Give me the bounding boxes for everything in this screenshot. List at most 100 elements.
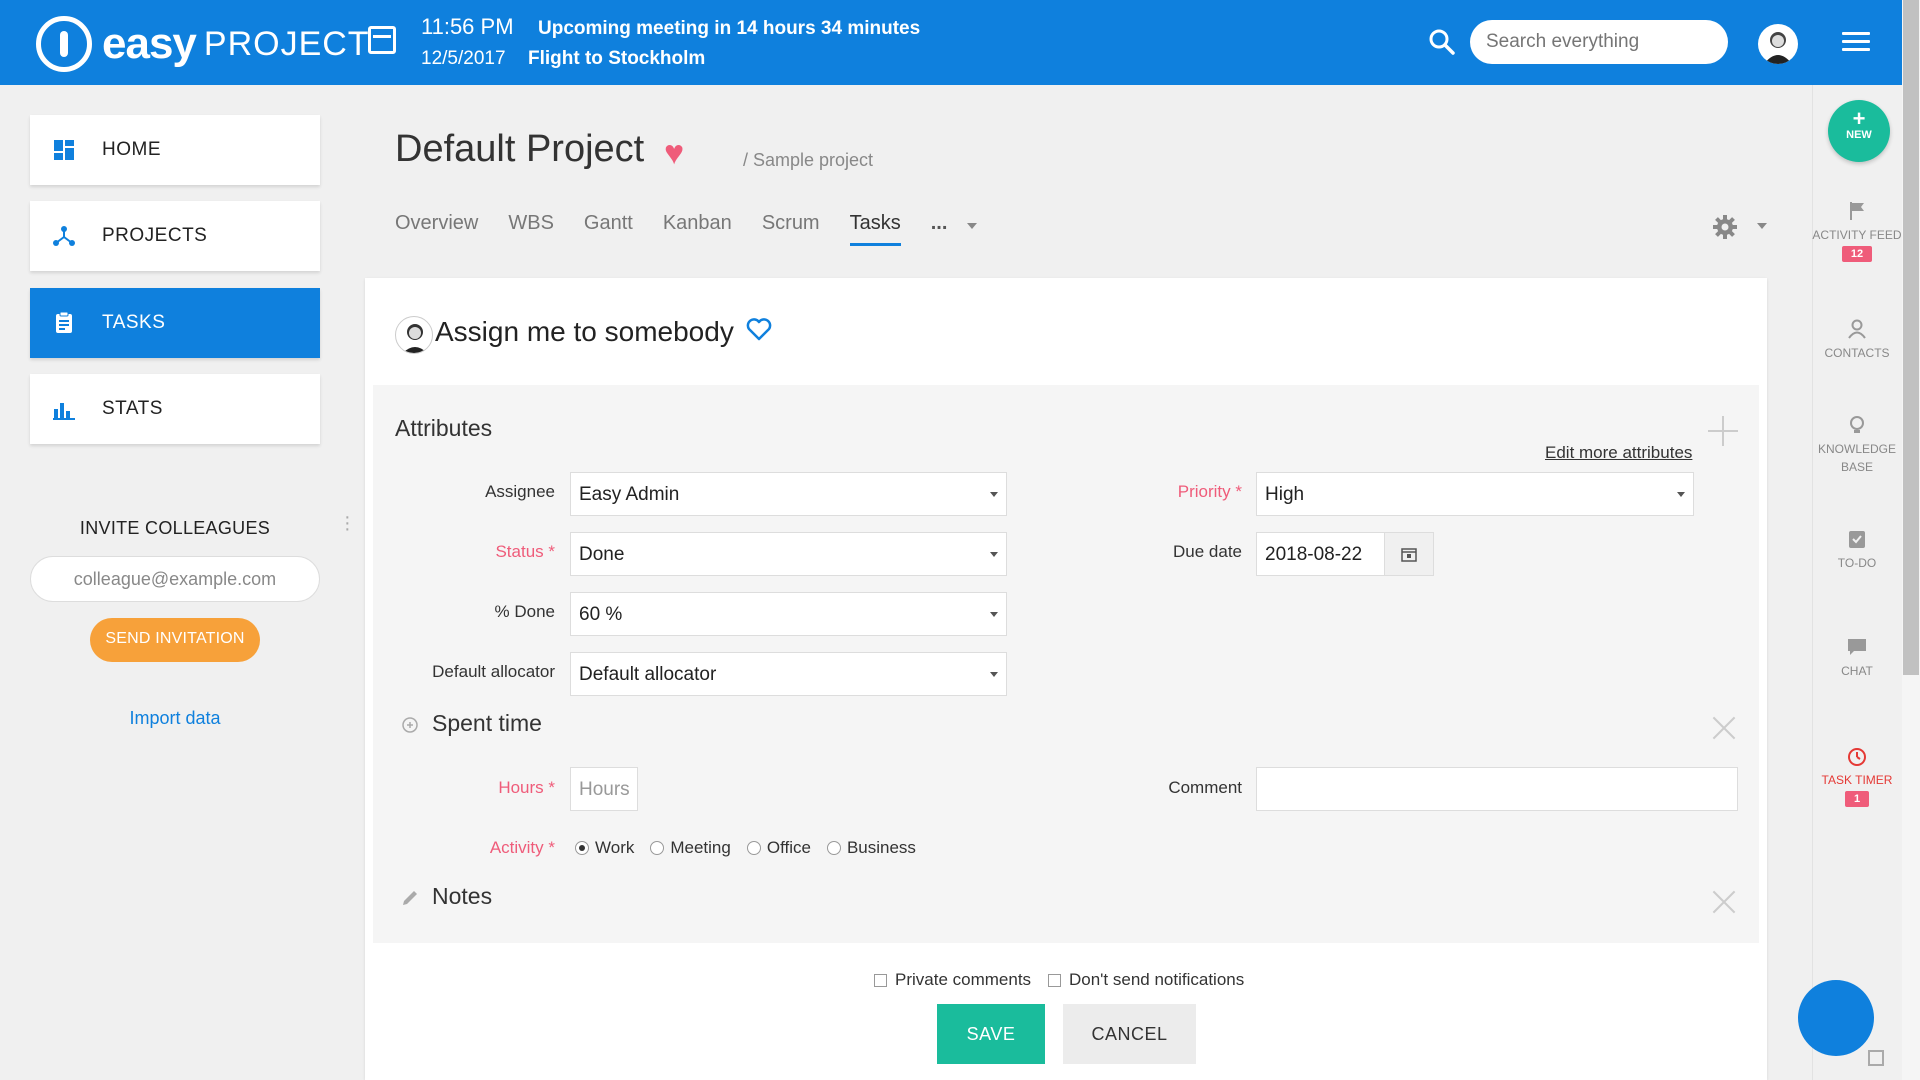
timer-count-badge: 1 bbox=[1844, 791, 1870, 807]
calendar-icon[interactable] bbox=[368, 26, 396, 54]
rail-todo[interactable]: TO-DO bbox=[1812, 528, 1902, 572]
radio-label-office: Office bbox=[766, 838, 811, 857]
tab-kanban[interactable]: Kanban bbox=[663, 212, 732, 246]
rail-knowledge-base[interactable]: KNOWLEDGE BASE bbox=[1812, 414, 1902, 476]
search-icon[interactable] bbox=[1428, 28, 1456, 56]
spent-time-title: Spent time bbox=[432, 710, 542, 736]
dont-notify-label: Don't send notifications bbox=[1069, 970, 1245, 989]
status-value: Done bbox=[579, 544, 625, 565]
rail-activity-feed-label: ACTIVITY FEED bbox=[1812, 228, 1902, 242]
heart-outline-icon[interactable] bbox=[746, 316, 772, 342]
percent-done-select[interactable]: 60 % bbox=[570, 592, 1007, 636]
tab-more[interactable]: ... bbox=[931, 212, 948, 246]
projects-icon bbox=[53, 226, 75, 246]
chevron-down-icon[interactable] bbox=[967, 223, 978, 229]
assignee-value: Easy Admin bbox=[579, 484, 680, 505]
priority-value: High bbox=[1265, 484, 1305, 505]
breadcrumb[interactable]: / Sample project bbox=[743, 150, 873, 171]
sidebar-item-label: HOME bbox=[102, 139, 161, 160]
rail-chat-label: CHAT bbox=[1841, 664, 1873, 678]
date-picker-button[interactable] bbox=[1384, 532, 1434, 576]
new-button[interactable]: + NEW bbox=[1828, 100, 1890, 162]
due-date-label: Due date bbox=[1173, 542, 1242, 561]
percent-done-label: % Done bbox=[494, 602, 555, 621]
rail-chat[interactable]: CHAT bbox=[1812, 636, 1902, 680]
activity-label: Activity * bbox=[489, 838, 555, 857]
rail-task-timer[interactable]: TASK TIMER 1 bbox=[1812, 745, 1902, 807]
percent-done-value: 60 % bbox=[579, 604, 623, 625]
close-icon[interactable] bbox=[1712, 716, 1736, 740]
sidebar-item-label: PROJECTS bbox=[102, 225, 208, 246]
sidebar-item-projects[interactable]: PROJECTS bbox=[30, 201, 320, 271]
assignee-label: Assignee bbox=[485, 482, 555, 501]
search-input[interactable] bbox=[1470, 20, 1728, 64]
user-avatar[interactable] bbox=[1758, 24, 1798, 64]
add-time-icon[interactable] bbox=[400, 714, 420, 734]
dont-notify-option[interactable]: Don't send notifications bbox=[1048, 970, 1244, 990]
scrollbar-thumb[interactable] bbox=[1903, 0, 1919, 675]
chevron-down-icon bbox=[990, 492, 998, 497]
assignee-select[interactable]: Easy Admin bbox=[570, 472, 1007, 516]
priority-select[interactable]: High bbox=[1256, 472, 1694, 516]
radio-meeting[interactable] bbox=[650, 841, 665, 855]
meeting-subtitle[interactable]: Flight to Stockholm bbox=[528, 48, 705, 70]
tab-wbs[interactable]: WBS bbox=[508, 212, 554, 246]
tab-tasks[interactable]: Tasks bbox=[849, 212, 901, 246]
tab-scrum[interactable]: Scrum bbox=[762, 212, 820, 246]
private-comments-option[interactable]: Private comments bbox=[874, 970, 1031, 990]
rail-task-timer-label: TASK TIMER bbox=[1821, 773, 1893, 787]
radio-office[interactable] bbox=[746, 841, 761, 855]
tab-gantt[interactable]: Gantt bbox=[584, 212, 633, 246]
private-comments-label: Private comments bbox=[895, 970, 1032, 989]
due-date-input[interactable]: 2018-08-22 bbox=[1256, 532, 1386, 576]
rail-activity-feed[interactable]: ACTIVITY FEED 12 bbox=[1812, 200, 1902, 262]
tab-overview[interactable]: Overview bbox=[395, 212, 478, 246]
default-allocator-select[interactable]: Default allocator bbox=[570, 652, 1007, 696]
menu-icon[interactable] bbox=[1842, 32, 1870, 52]
assignee-avatar[interactable] bbox=[395, 316, 433, 354]
rail-contacts[interactable]: CONTACTS bbox=[1812, 318, 1902, 362]
plus-icon[interactable] bbox=[1708, 416, 1738, 446]
default-allocator-label: Default allocator bbox=[432, 662, 555, 681]
radio-label-meeting: Meeting bbox=[670, 838, 731, 857]
activity-count-badge: 12 bbox=[1841, 246, 1873, 262]
radio-business[interactable] bbox=[826, 841, 841, 855]
help-chat-button[interactable] bbox=[1798, 980, 1874, 1056]
sidebar-resize-handle[interactable]: · · · bbox=[344, 507, 351, 539]
dont-notify-checkbox[interactable] bbox=[1048, 973, 1061, 987]
sidebar-item-tasks[interactable]: TASKS bbox=[30, 288, 320, 358]
send-invitation-button[interactable]: SEND INVITATION bbox=[90, 618, 260, 662]
hours-input[interactable]: Hours bbox=[570, 767, 638, 811]
task-title[interactable]: Assign me to somebody bbox=[435, 316, 734, 348]
expand-icon[interactable] bbox=[1868, 1050, 1884, 1066]
chat-icon bbox=[1848, 639, 1866, 655]
private-comments-checkbox[interactable] bbox=[874, 973, 887, 987]
pencil-icon bbox=[403, 891, 417, 905]
invite-email-input[interactable]: colleague@example.com bbox=[30, 556, 320, 602]
import-data-link[interactable]: Import data bbox=[30, 708, 320, 729]
chevron-down-icon[interactable] bbox=[1757, 223, 1767, 229]
status-label: Status * bbox=[495, 542, 555, 561]
sidebar-item-stats[interactable]: STATS bbox=[30, 374, 320, 444]
logo-mark-icon bbox=[36, 16, 92, 72]
user-avatar-icon bbox=[1764, 32, 1792, 64]
rail-contacts-label: CONTACTS bbox=[1824, 346, 1890, 360]
cancel-button[interactable]: CANCEL bbox=[1063, 1004, 1196, 1064]
new-label: NEW bbox=[1846, 129, 1872, 141]
due-date-value: 2018-08-22 bbox=[1265, 544, 1363, 565]
comment-input[interactable] bbox=[1256, 767, 1738, 811]
sidebar-item-label: TASKS bbox=[102, 312, 166, 333]
radio-label-work: Work bbox=[595, 838, 635, 857]
save-button[interactable]: SAVE bbox=[937, 1004, 1045, 1064]
radio-work[interactable] bbox=[575, 841, 589, 855]
edit-more-attributes-link[interactable]: Edit more attributes bbox=[1545, 443, 1692, 463]
meeting-title[interactable]: Upcoming meeting in 14 hours 34 minutes bbox=[538, 18, 920, 40]
sidebar-item-home[interactable]: HOME bbox=[30, 115, 320, 185]
logo[interactable]: easy PROJECT bbox=[36, 16, 370, 72]
chevron-down-icon bbox=[1677, 492, 1685, 497]
favorite-heart-icon[interactable]: ♥ bbox=[664, 134, 684, 173]
sidebar-item-label: STATS bbox=[102, 398, 163, 419]
status-select[interactable]: Done bbox=[570, 532, 1007, 576]
gear-icon[interactable] bbox=[1712, 214, 1738, 240]
close-icon[interactable] bbox=[1712, 890, 1736, 914]
